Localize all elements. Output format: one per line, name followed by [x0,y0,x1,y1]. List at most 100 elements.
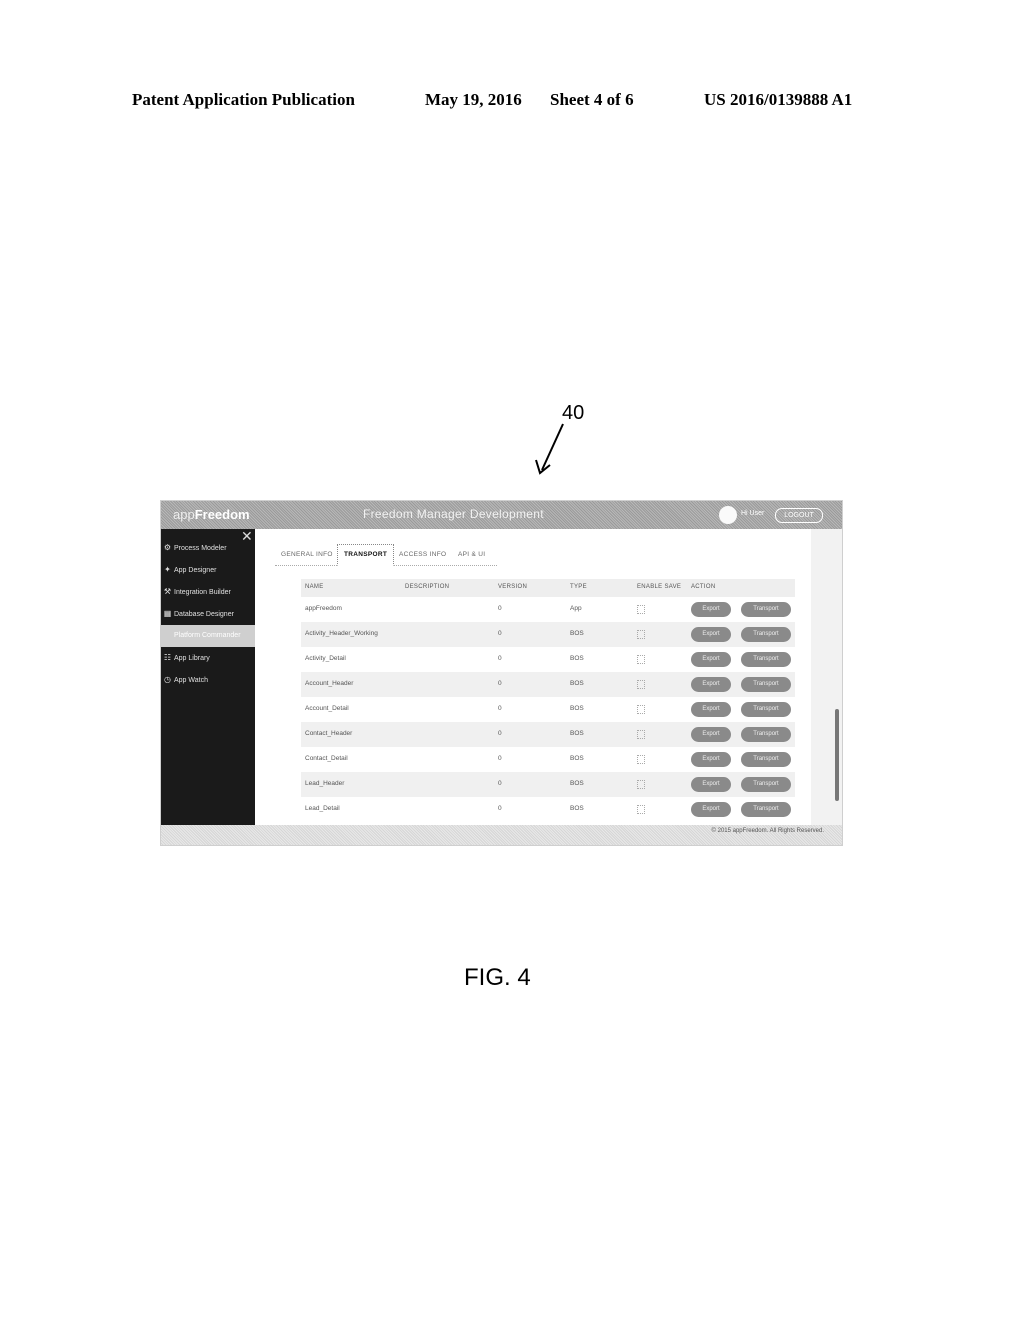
column-header-enable-save: ENABLE SAVE [637,584,682,590]
cell-name: Account_Detail [305,705,349,712]
enable-save-checkbox[interactable] [637,605,645,616]
export-button[interactable]: Export [691,752,731,767]
enable-save-checkbox[interactable] [637,705,645,716]
cell-type: BOS [570,630,584,637]
cell-name: Lead_Detail [305,805,340,812]
gear-icon: ⚙ [163,543,172,552]
sidebar-item-app-library[interactable]: ☷ App Library [161,647,255,669]
transport-button[interactable]: Transport [741,652,791,667]
transport-button[interactable]: Transport [741,602,791,617]
tab-access-info[interactable]: ACCESS INFO [399,545,446,565]
cell-name: Activity_Detail [305,655,346,662]
cell-version: 0 [498,755,502,762]
app-title: Freedom Manager Development [363,507,544,521]
transport-button[interactable]: Transport [741,777,791,792]
tab-general-info[interactable]: GENERAL INFO [281,545,333,565]
cell-version: 0 [498,680,502,687]
export-button[interactable]: Export [691,777,731,792]
enable-save-checkbox[interactable] [637,680,645,691]
tab-bar: GENERAL INFO TRANSPORT ACCESS INFO API &… [275,544,497,566]
logo-brand: Freedom [194,507,250,522]
cell-name: Lead_Header [305,780,345,787]
app-window: appFreedom Freedom Manager Development H… [160,500,843,846]
table-row: Contact_Detail 0 BOS Export Transport [301,747,795,772]
tab-transport[interactable]: TRANSPORT [337,544,395,566]
enable-save-checkbox[interactable] [637,655,645,666]
cell-version: 0 [498,705,502,712]
vertical-scrollbar[interactable] [835,709,839,801]
export-button[interactable]: Export [691,677,731,692]
cell-name: Activity_Header_Working [305,630,378,637]
table-row: Activity_Detail 0 BOS Export Transport [301,647,795,672]
sidebar-item-integration-builder[interactable]: ⚒ Integration Builder [161,581,255,603]
transport-button[interactable]: Transport [741,627,791,642]
sidebar-item-label: Database Designer [174,611,234,618]
cell-name: appFreedom [305,605,342,612]
user-avatar-icon[interactable] [719,506,737,524]
sidebar-item-app-watch[interactable]: ◷ App Watch [161,669,255,691]
sidebar-item-label: Platform Commander [174,632,241,639]
cell-version: 0 [498,805,502,812]
cell-version: 0 [498,655,502,662]
copyright-text: © 2015 appFreedom. All Rights Reserved. [711,828,824,834]
cell-type: BOS [570,730,584,737]
cell-type: BOS [570,780,584,787]
transport-button[interactable]: Transport [741,727,791,742]
transport-button[interactable]: Transport [741,752,791,767]
cell-version: 0 [498,730,502,737]
sidebar-item-database-designer[interactable]: ▦ Database Designer [161,603,255,625]
export-button[interactable]: Export [691,727,731,742]
table-header: NAME DESCRIPTION VERSION TYPE ENABLE SAV… [301,579,795,597]
cell-version: 0 [498,605,502,612]
cell-name: Account_Header [305,680,354,687]
export-button[interactable]: Export [691,652,731,667]
reference-arrow-icon [535,423,564,475]
enable-save-checkbox[interactable] [637,805,645,816]
logout-button[interactable]: LOGOUT [775,508,823,523]
top-bar: appFreedom Freedom Manager Development H… [161,501,842,529]
transport-button[interactable]: Transport [741,802,791,817]
sidebar-item-platform-commander[interactable]: Platform Commander [161,625,255,647]
transport-button[interactable]: Transport [741,702,791,717]
sidebar: ✕ ⚙ Process Modeler ✦ App Designer ⚒ Integrat… [161,529,255,825]
database-icon: ▦ [163,609,172,618]
table-row: appFreedom 0 App Export Transport [301,597,795,622]
transport-button[interactable]: Transport [741,677,791,692]
cell-type: BOS [570,805,584,812]
enable-save-checkbox[interactable] [637,730,645,741]
app-logo: appFreedom [173,507,250,522]
logo-prefix: app [173,507,195,522]
watch-icon: ◷ [164,675,171,684]
figure-label: FIG. 4 [464,964,531,991]
enable-save-checkbox[interactable] [637,780,645,791]
sidebar-item-label: App Designer [174,567,217,574]
cell-type: App [570,605,582,612]
sidebar-item-label: Process Modeler [174,545,227,552]
cell-type: BOS [570,680,584,687]
cell-name: Contact_Header [305,730,353,737]
patent-number: US 2016/0139888 A1 [704,90,853,109]
enable-save-checkbox[interactable] [637,755,645,766]
table-row: Account_Header 0 BOS Export Transport [301,672,795,697]
main-content: GENERAL INFO TRANSPORT ACCESS INFO API &… [255,529,811,825]
table-row: Activity_Header_Working 0 BOS Export Transpo… [301,622,795,647]
table-row: Lead_Header 0 BOS Export Transport [301,772,795,797]
user-name[interactable]: Hi User [741,510,764,517]
tab-api-ui[interactable]: API & UI [458,545,485,565]
publication-title: Patent Application Publication [132,90,355,109]
enable-save-checkbox[interactable] [637,630,645,641]
export-button[interactable]: Export [691,602,731,617]
export-button[interactable]: Export [691,702,731,717]
transport-table: NAME DESCRIPTION VERSION TYPE ENABLE SAV… [301,579,795,822]
export-button[interactable]: Export [691,627,731,642]
sidebar-item-process-modeler[interactable]: ⚙ Process Modeler [161,537,255,559]
cell-type: BOS [570,655,584,662]
table-row: Lead_Detail 0 BOS Export Transport [301,797,795,822]
table-row: Contact_Header 0 BOS Export Transport [301,722,795,747]
sidebar-item-app-designer[interactable]: ✦ App Designer [161,559,255,581]
cell-version: 0 [498,780,502,787]
export-button[interactable]: Export [691,802,731,817]
cell-name: Contact_Detail [305,755,348,762]
sidebar-item-label: App Watch [174,677,208,684]
sheet-number: Sheet 4 of 6 [550,90,634,109]
